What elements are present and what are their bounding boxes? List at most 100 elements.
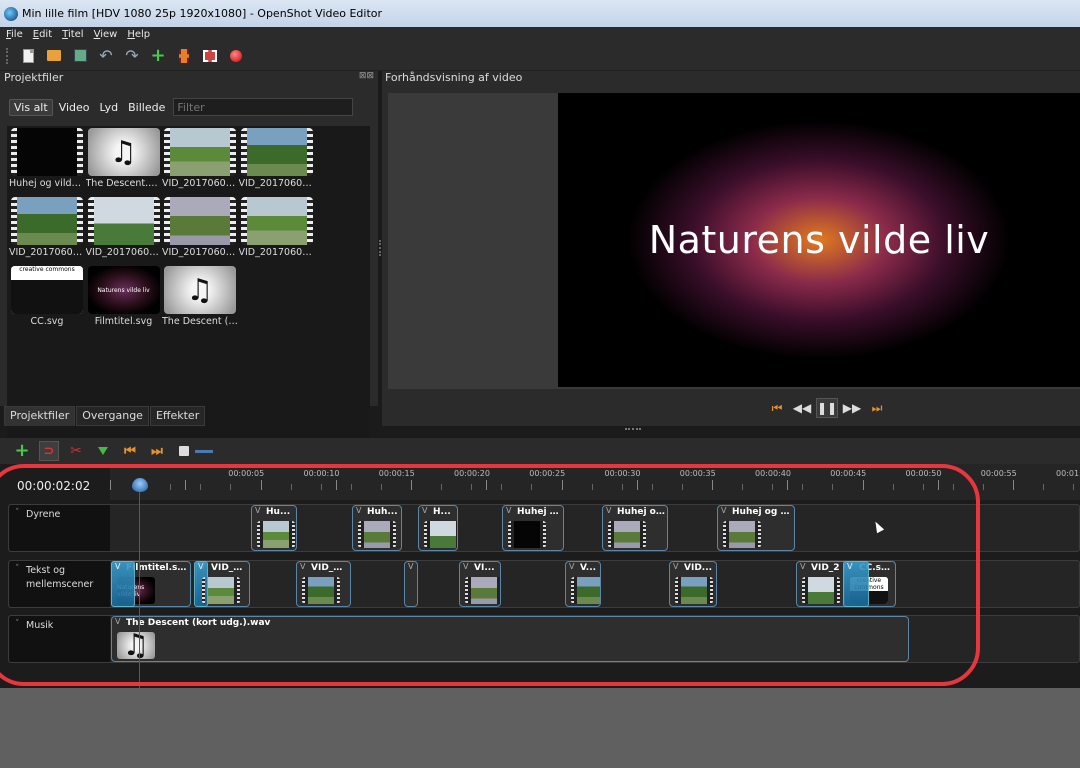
filter-video[interactable]: Video bbox=[55, 100, 94, 115]
project-files-title: Projektfiler bbox=[4, 71, 64, 84]
filter-input[interactable] bbox=[173, 98, 354, 116]
ruler-time-label: 00:01:00 bbox=[1056, 469, 1080, 478]
redo-button[interactable]: ↷ bbox=[122, 46, 142, 66]
project-file-item[interactable]: ♫ The Descent (ko... bbox=[162, 266, 238, 327]
video-thumbnail bbox=[164, 128, 236, 176]
cc-logo-text: creative commons bbox=[11, 266, 83, 280]
pause-button[interactable]: ❚❚ bbox=[816, 398, 838, 418]
music-note-icon: ♫ bbox=[87, 128, 160, 176]
project-files-header: Projektfiler ⊠⊠ bbox=[0, 71, 378, 86]
project-file-item[interactable]: VID_20170605_1... bbox=[239, 197, 315, 258]
project-file-item[interactable]: creative commons CC.svg bbox=[9, 266, 85, 327]
zoom-slider[interactable] bbox=[195, 449, 213, 453]
jump-end-button[interactable]: ⏭ bbox=[866, 398, 888, 418]
import-files-button[interactable]: + bbox=[148, 46, 168, 66]
project-file-label: The Descent.mp3 bbox=[85, 178, 162, 189]
video-scene bbox=[170, 128, 230, 176]
video-thumbnail bbox=[240, 197, 313, 245]
tab-effects[interactable]: Effekter bbox=[149, 406, 206, 426]
pause-icon: ❚❚ bbox=[816, 401, 838, 415]
toolbar-grip[interactable] bbox=[6, 47, 10, 64]
scissors-icon: ✂ bbox=[70, 443, 82, 459]
project-file-item[interactable]: Naturens vilde liv Filmtitel.svg bbox=[86, 266, 162, 327]
jump-start-icon: ⏮ bbox=[771, 400, 783, 415]
choose-profile-button[interactable] bbox=[174, 46, 194, 66]
preview-area: Naturens vilde liv bbox=[388, 93, 1080, 389]
zoom-icon bbox=[179, 446, 189, 456]
add-marker-button[interactable] bbox=[93, 441, 113, 461]
zoom-button[interactable] bbox=[174, 441, 194, 461]
undo-icon: ↶ bbox=[99, 45, 113, 65]
rewind-button[interactable]: ◀◀ bbox=[791, 398, 813, 418]
fast-forward-icon: ▶▶ bbox=[842, 401, 862, 415]
open-project-button[interactable] bbox=[44, 46, 64, 66]
new-project-button[interactable] bbox=[18, 46, 38, 66]
player-controls: ⏮ ◀◀ ❚❚ ▶▶ ⏭ bbox=[766, 398, 891, 418]
next-marker-button[interactable]: ⏭ bbox=[147, 441, 167, 461]
project-file-label: VID_20170605_1... bbox=[85, 247, 162, 258]
rewind-icon: ◀◀ bbox=[792, 401, 812, 415]
jump-start-button[interactable]: ⏮ bbox=[766, 398, 788, 418]
export-video-button[interactable] bbox=[226, 46, 246, 66]
video-scene bbox=[17, 197, 77, 245]
menu-titel[interactable]: Titel bbox=[62, 29, 83, 40]
project-file-label: Filmtitel.svg bbox=[94, 316, 153, 327]
tab-transitions[interactable]: Overgange bbox=[76, 406, 149, 426]
filter-image[interactable]: Billede bbox=[124, 100, 169, 115]
project-file-item[interactable]: Huhej og vilde ... bbox=[9, 128, 85, 189]
project-file-label: VID_20170605_1... bbox=[162, 178, 238, 189]
video-frame: Naturens vilde liv bbox=[558, 93, 1080, 387]
ruler-tick bbox=[982, 484, 984, 490]
cc-body bbox=[11, 280, 83, 314]
project-file-item[interactable]: VID_20170605_1... bbox=[9, 197, 85, 258]
video-thumbnail bbox=[164, 197, 236, 245]
save-project-button[interactable] bbox=[70, 46, 90, 66]
fullscreen-button[interactable] bbox=[200, 46, 220, 66]
project-file-label: VID_20170605_1... bbox=[162, 247, 238, 258]
save-icon bbox=[73, 49, 87, 62]
panel-splitter-horizontal[interactable] bbox=[625, 428, 641, 430]
menu-view[interactable]: View bbox=[94, 29, 118, 40]
project-file-label: VID_20170605_1... bbox=[9, 247, 85, 258]
panel-splitter-vertical[interactable] bbox=[379, 240, 381, 256]
menu-help[interactable]: Help bbox=[127, 29, 150, 40]
video-thumbnail bbox=[87, 197, 160, 245]
plus-icon: + bbox=[150, 44, 166, 66]
bottom-area bbox=[0, 688, 1080, 768]
previous-marker-button[interactable]: ⏮ bbox=[120, 441, 140, 461]
project-file-item[interactable]: VID_20170605_1... bbox=[162, 128, 238, 189]
project-file-item[interactable]: VID_20170605_1... bbox=[86, 197, 162, 258]
ruler-tick bbox=[1013, 480, 1014, 490]
window-titlebar: Min lille film [HDV 1080 25p 1920x1080] … bbox=[0, 0, 1080, 27]
ruler-time-label: 00:00:55 bbox=[980, 469, 1017, 478]
video-preview-panel: Forhåndsvisning af video Naturens vilde … bbox=[382, 71, 1080, 426]
openshot-app-icon bbox=[4, 6, 18, 21]
ruler-tick bbox=[1043, 484, 1045, 490]
filter-audio[interactable]: Lyd bbox=[96, 100, 123, 115]
add-track-button[interactable]: + bbox=[12, 441, 32, 461]
video-thumbnail bbox=[11, 128, 83, 176]
project-file-item[interactable]: VID_20170605_1... bbox=[239, 128, 315, 189]
razor-button[interactable]: ✂ bbox=[66, 441, 86, 461]
undo-button[interactable]: ↶ bbox=[96, 46, 116, 66]
snapping-button[interactable]: ⊃ bbox=[39, 441, 59, 461]
folder-icon bbox=[47, 50, 61, 61]
film-strip-icon bbox=[179, 48, 189, 63]
project-file-item[interactable]: VID_20170605_1... bbox=[162, 197, 238, 258]
project-file-item[interactable]: ♫ The Descent.mp3 bbox=[86, 128, 162, 189]
title-thumbnail: Naturens vilde liv bbox=[87, 266, 160, 314]
menu-edit[interactable]: Edit bbox=[33, 29, 52, 40]
fast-forward-button[interactable]: ▶▶ bbox=[841, 398, 863, 418]
timeline-toolbar: + ⊃ ✂ ⏮ ⏭ bbox=[0, 438, 1080, 464]
project-files-panel: Projektfiler ⊠⊠ Vis alt Video Lyd Billed… bbox=[0, 71, 532, 469]
tab-project-files[interactable]: Projektfiler bbox=[4, 406, 76, 426]
menu-file[interactable]: File bbox=[6, 29, 23, 40]
video-scene bbox=[246, 197, 307, 245]
project-file-label: Huhej og vilde ... bbox=[9, 178, 85, 189]
video-scene bbox=[93, 197, 154, 245]
dock-buttons[interactable]: ⊠⊠ bbox=[359, 71, 378, 86]
film-frame-icon bbox=[203, 49, 217, 62]
filter-show-all[interactable]: Vis alt bbox=[9, 98, 53, 116]
marker-icon bbox=[98, 447, 108, 455]
filter-bar: Vis alt Video Lyd Billede bbox=[9, 98, 532, 116]
